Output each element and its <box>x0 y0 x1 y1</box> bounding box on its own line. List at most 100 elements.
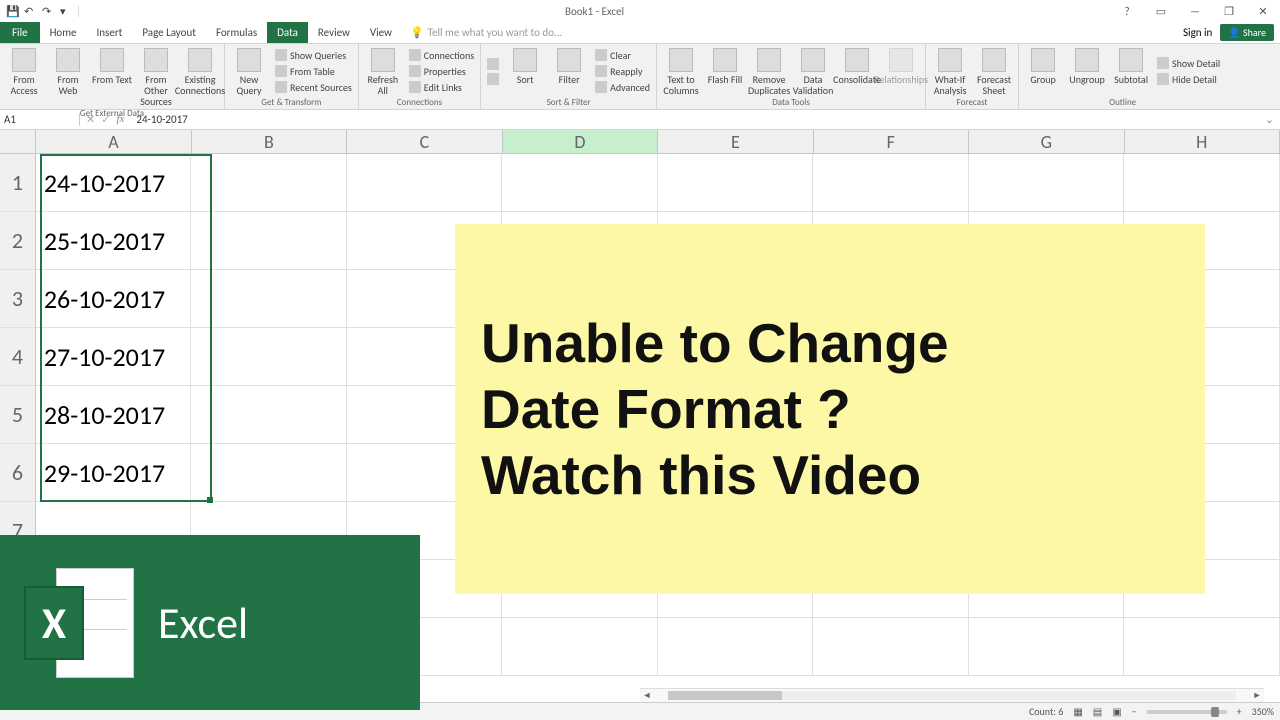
refresh-all-button[interactable]: Refresh All <box>363 46 403 96</box>
from-table-button[interactable]: From Table <box>273 64 354 79</box>
maximize-icon[interactable]: ❐ <box>1212 0 1246 22</box>
from-other-sources-button[interactable]: From Other Sources <box>136 46 176 107</box>
cell-A1[interactable]: 24-10-2017 <box>36 154 192 212</box>
name-box[interactable]: A1 <box>0 113 80 126</box>
tab-formulas[interactable]: Formulas <box>206 22 267 43</box>
sort-az-button[interactable] <box>485 57 501 71</box>
connections-button[interactable]: Connections <box>407 48 476 63</box>
sign-in-link[interactable]: Sign in <box>1183 26 1212 39</box>
cell-H9[interactable] <box>1124 618 1280 676</box>
ungroup-button[interactable]: Ungroup <box>1067 46 1107 96</box>
share-button[interactable]: 👤 Share <box>1220 24 1274 41</box>
consolidate-button[interactable]: Consolidate <box>837 46 877 96</box>
cell-E1[interactable] <box>658 154 814 212</box>
row-header-6[interactable]: 6 <box>0 444 36 502</box>
quick-access-toolbar[interactable]: 💾 ↶ ↷ ▾ <box>0 5 79 17</box>
cell-A4[interactable]: 27-10-2017 <box>36 328 192 386</box>
edit-links-button[interactable]: Edit Links <box>407 80 476 95</box>
row-header-5[interactable]: 5 <box>0 386 36 444</box>
row-header-2[interactable]: 2 <box>0 212 36 270</box>
zoom-out-icon[interactable]: − <box>1132 705 1137 718</box>
col-header-H[interactable]: H <box>1125 130 1280 153</box>
cell-E9[interactable] <box>658 618 814 676</box>
col-header-C[interactable]: C <box>347 130 502 153</box>
close-icon[interactable]: ✕ <box>1246 0 1280 22</box>
filter-button[interactable]: Filter <box>549 46 589 96</box>
sort-button[interactable]: Sort <box>505 46 545 96</box>
group-button[interactable]: Group <box>1023 46 1063 96</box>
cancel-icon[interactable]: ✕ <box>86 113 95 126</box>
advanced-button[interactable]: Advanced <box>593 80 652 95</box>
reapply-button[interactable]: Reapply <box>593 64 652 79</box>
cell-A2[interactable]: 25-10-2017 <box>36 212 192 270</box>
scroll-right-icon[interactable]: ► <box>1250 689 1264 702</box>
col-header-E[interactable]: E <box>658 130 813 153</box>
text-to-columns-button[interactable]: Text to Columns <box>661 46 701 96</box>
cell-B6[interactable] <box>191 444 347 502</box>
horizontal-scrollbar[interactable]: ◄ ► <box>640 688 1264 702</box>
cell-D1[interactable] <box>502 154 658 212</box>
cell-B5[interactable] <box>191 386 347 444</box>
tell-me-search[interactable]: 💡 Tell me what you want to do... <box>402 22 570 43</box>
save-icon[interactable]: 💾 <box>6 5 18 17</box>
view-normal-icon[interactable]: ▦ <box>1073 705 1082 718</box>
scroll-left-icon[interactable]: ◄ <box>640 689 654 702</box>
tab-data[interactable]: Data <box>267 22 308 43</box>
from-web-button[interactable]: From Web <box>48 46 88 107</box>
redo-icon[interactable]: ↷ <box>42 5 54 17</box>
select-all-corner[interactable] <box>0 130 36 153</box>
cell-B1[interactable] <box>191 154 347 212</box>
col-header-F[interactable]: F <box>814 130 969 153</box>
data-validation-button[interactable]: Data Validation <box>793 46 833 96</box>
remove-duplicates-button[interactable]: Remove Duplicates <box>749 46 789 96</box>
sort-za-button[interactable] <box>485 72 501 86</box>
col-header-A[interactable]: A <box>36 130 191 153</box>
tab-insert[interactable]: Insert <box>87 22 133 43</box>
help-icon[interactable]: ? <box>1110 0 1144 22</box>
view-page-break-icon[interactable]: ▣ <box>1112 705 1121 718</box>
cell-C1[interactable] <box>347 154 503 212</box>
enter-icon[interactable]: ✓ <box>101 113 110 126</box>
cell-B2[interactable] <box>191 212 347 270</box>
cell-H1[interactable] <box>1124 154 1280 212</box>
recent-sources-button[interactable]: Recent Sources <box>273 80 354 95</box>
tab-view[interactable]: View <box>360 22 402 43</box>
hide-detail-button[interactable]: Hide Detail <box>1155 72 1222 87</box>
whatif-button[interactable]: What-If Analysis <box>930 46 970 96</box>
qat-dropdown-icon[interactable]: ▾ <box>60 5 72 17</box>
zoom-level[interactable]: 350% <box>1252 705 1274 718</box>
cell-B3[interactable] <box>191 270 347 328</box>
clear-button[interactable]: Clear <box>593 48 652 63</box>
from-access-button[interactable]: From Access <box>4 46 44 107</box>
new-query-button[interactable]: New Query <box>229 46 269 96</box>
tab-home[interactable]: Home <box>40 22 87 43</box>
ribbon-options-icon[interactable]: ▭ <box>1144 0 1178 22</box>
view-page-layout-icon[interactable]: ▤ <box>1093 705 1102 718</box>
row-header-3[interactable]: 3 <box>0 270 36 328</box>
formula-input[interactable]: 24-10-2017 <box>130 113 1258 126</box>
cell-G9[interactable] <box>969 618 1125 676</box>
show-detail-button[interactable]: Show Detail <box>1155 56 1222 71</box>
from-text-button[interactable]: From Text <box>92 46 132 107</box>
scroll-track[interactable] <box>668 691 1236 700</box>
tab-page-layout[interactable]: Page Layout <box>132 22 206 43</box>
col-header-G[interactable]: G <box>969 130 1124 153</box>
cell-B4[interactable] <box>191 328 347 386</box>
expand-formula-bar-icon[interactable]: ⌄ <box>1259 113 1280 126</box>
minimize-icon[interactable]: — <box>1178 0 1212 22</box>
tab-file[interactable]: File <box>0 22 40 43</box>
fx-icon[interactable]: fx <box>116 113 124 126</box>
zoom-slider[interactable] <box>1147 710 1227 714</box>
subtotal-button[interactable]: Subtotal <box>1111 46 1151 96</box>
cell-A6[interactable]: 29-10-2017 <box>36 444 192 502</box>
cell-D9[interactable] <box>502 618 658 676</box>
col-header-B[interactable]: B <box>192 130 347 153</box>
existing-connections-button[interactable]: Existing Connections <box>180 46 220 107</box>
forecast-sheet-button[interactable]: Forecast Sheet <box>974 46 1014 96</box>
flash-fill-button[interactable]: Flash Fill <box>705 46 745 96</box>
row-header-1[interactable]: 1 <box>0 154 36 212</box>
cell-F1[interactable] <box>813 154 969 212</box>
relationships-button[interactable]: Relationships <box>881 46 921 96</box>
show-queries-button[interactable]: Show Queries <box>273 48 354 63</box>
cell-A5[interactable]: 28-10-2017 <box>36 386 192 444</box>
